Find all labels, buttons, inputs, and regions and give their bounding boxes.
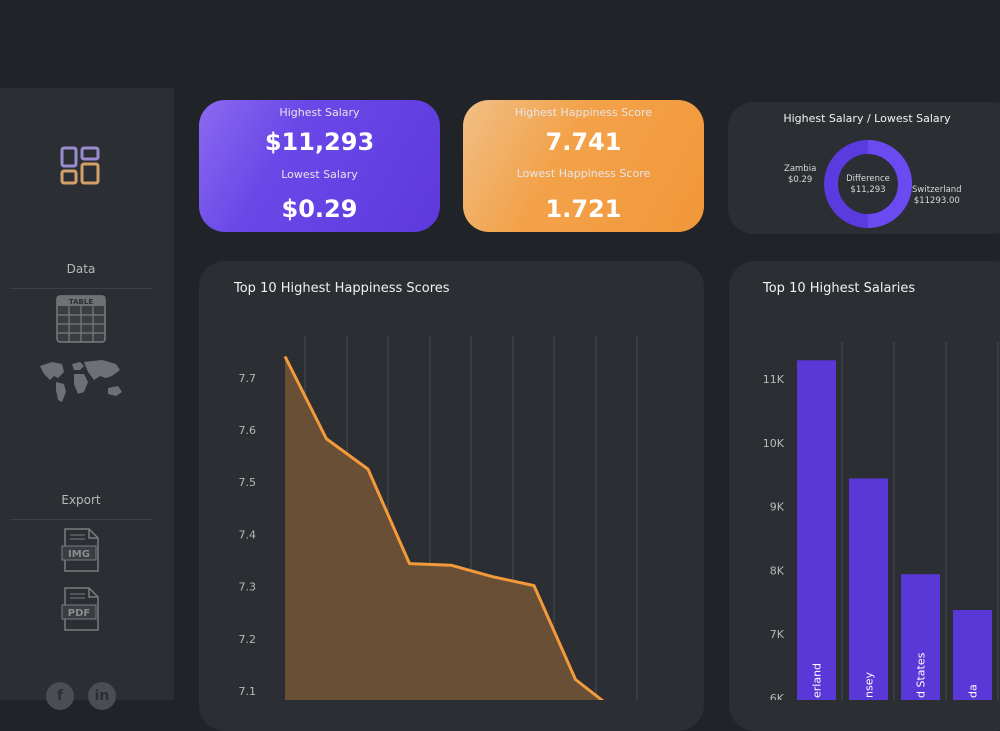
happiness-area-chart: 7.1 7.2 7.3 7.4 7.5 7.6 7.7 [239, 336, 638, 700]
y-tick-label: 7K [770, 628, 785, 641]
salary-bar-chart: 6K 7K 8K 9K 10K 11K erland nsey d States da [763, 342, 999, 700]
y-tick-label: 7.7 [239, 372, 257, 385]
divider [10, 519, 152, 520]
bar-category-label: erland [811, 663, 824, 698]
y-tick-label: 7.4 [239, 528, 257, 541]
linkedin-icon[interactable]: in [88, 682, 116, 710]
donut-center-label: Difference $11,293 [838, 174, 898, 196]
export-pdf-icon[interactable]: PDF [61, 587, 101, 635]
highest-salary-value: $11,293 [264, 128, 375, 156]
divider [10, 288, 152, 289]
data-section-label: Data [66, 262, 96, 276]
salary-bar [797, 360, 836, 700]
lowest-happiness-value: 1.721 [545, 195, 622, 223]
y-tick-label: 7.5 [239, 476, 257, 489]
y-tick-label: 6K [770, 692, 785, 700]
bar-category-label: d States [915, 652, 928, 698]
y-tick-label: 7.1 [239, 685, 257, 698]
y-tick-label: 10K [763, 437, 785, 450]
salary-kpi-card: Highest Salary $11,293 Lowest Salary $0.… [199, 100, 440, 232]
export-img-icon[interactable]: IMG [61, 528, 101, 576]
donut-right-label: Switzerland $11293.00 [912, 185, 962, 207]
donut-title: Highest Salary / Lowest Salary [783, 112, 951, 125]
left-country: Zambia [784, 164, 817, 174]
difference-label: Difference [846, 174, 890, 184]
left-value: $0.29 [787, 175, 813, 185]
table-icon[interactable]: TABLE [56, 295, 106, 347]
salary-bar [849, 478, 888, 700]
area-fill [285, 356, 617, 700]
img-icon-text: IMG [68, 549, 90, 560]
pdf-icon-text: PDF [68, 608, 90, 619]
y-tick-label: 8K [770, 564, 785, 577]
salary-chart-panel: Top 10 Highest Salaries 6K 7K 8K 9K 10K 11K er… [729, 261, 1000, 731]
difference-value: $11,293 [850, 185, 886, 195]
export-section-label: Export [61, 493, 101, 507]
world-map-icon[interactable] [36, 356, 126, 410]
y-tick-label: 11K [763, 373, 785, 386]
facebook-icon[interactable]: f [46, 682, 74, 710]
right-country: Switzerland [912, 185, 962, 195]
y-tick-label: 7.6 [239, 424, 257, 437]
donut-left-label: Zambia $0.29 [784, 164, 816, 186]
lowest-salary-label: Lowest Salary [281, 168, 358, 181]
bar-category-label: nsey [863, 672, 876, 698]
dashboard-icon[interactable] [60, 146, 102, 190]
happiness-chart-panel: Top 10 Highest Happiness Scores 7.1 7.2 7.… [199, 261, 704, 731]
lowest-happiness-label: Lowest Happiness Score [516, 167, 651, 180]
sidebar: Data TABLE Export IMG PDF f in [0, 88, 174, 710]
happiness-kpi-card: Highest Happiness Score 7.741 Lowest Hap… [463, 100, 704, 232]
highest-salary-label: Highest Salary [279, 106, 360, 119]
y-tick-label: 9K [770, 501, 785, 514]
right-value: $11293.00 [913, 196, 960, 206]
table-icon-text: TABLE [69, 298, 93, 306]
lowest-salary-value: $0.29 [281, 195, 358, 223]
salary-ratio-card: Highest Salary / Lowest Salary Differenc… [728, 102, 1000, 234]
highest-happiness-value: 7.741 [545, 128, 622, 156]
y-tick-label: 7.2 [239, 633, 257, 646]
y-tick-label: 7.3 [239, 581, 257, 594]
bar-category-label: da [967, 684, 980, 698]
highest-happiness-label: Highest Happiness Score [514, 106, 653, 119]
